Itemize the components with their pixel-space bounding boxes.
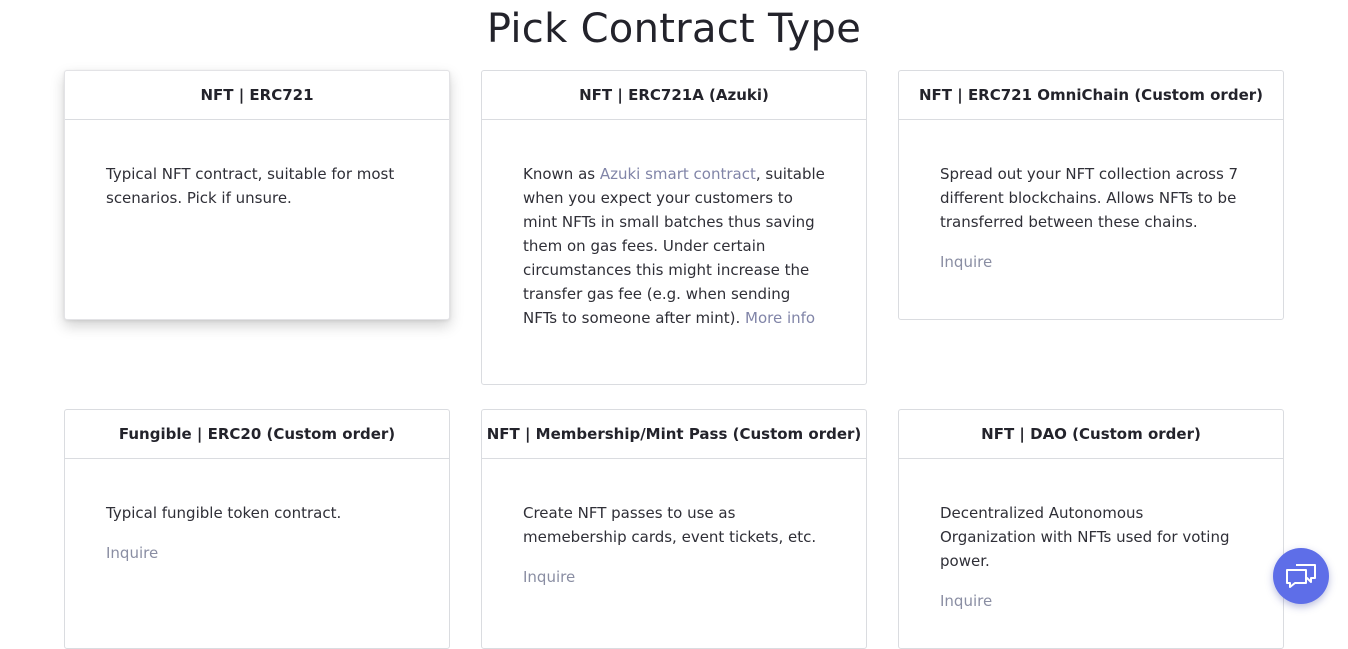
contract-card-dao[interactable]: NFT | DAO (Custom order) Decentralized A…	[898, 409, 1284, 649]
chat-widget-button[interactable]	[1273, 548, 1329, 604]
card-header: NFT | Membership/Mint Pass (Custom order…	[482, 410, 866, 459]
contract-card-erc721a[interactable]: NFT | ERC721A (Azuki) Known as Azuki sma…	[481, 70, 867, 385]
card-header: NFT | ERC721A (Azuki)	[482, 71, 866, 120]
azuki-link[interactable]: Azuki smart contract	[600, 165, 756, 183]
card-body: Create NFT passes to use as memebership …	[482, 459, 866, 589]
card-body: Typical fungible token contract. Inquire	[65, 459, 449, 565]
more-info-link[interactable]: More info	[745, 309, 815, 327]
card-body: Known as Azuki smart contract, suitable …	[482, 120, 866, 330]
inquire-link[interactable]: Inquire	[106, 541, 409, 565]
card-header: NFT | ERC721 OmniChain (Custom order)	[899, 71, 1283, 120]
card-description: Spread out your NFT collection across 7 …	[940, 165, 1239, 231]
card-description: Decentralized Autonomous Organization wi…	[940, 504, 1230, 570]
card-description: Typical fungible token contract.	[106, 504, 342, 522]
inquire-link[interactable]: Inquire	[523, 565, 826, 589]
card-header: Fungible | ERC20 (Custom order)	[65, 410, 449, 459]
description-text: Known as	[523, 165, 600, 183]
contract-card-omnichain[interactable]: NFT | ERC721 OmniChain (Custom order) Sp…	[898, 70, 1284, 320]
card-body: Decentralized Autonomous Organization wi…	[899, 459, 1283, 613]
chat-bubbles-icon	[1286, 564, 1316, 588]
description-text: , suitable when you expect your customer…	[523, 165, 825, 327]
card-body: Spread out your NFT collection across 7 …	[899, 120, 1283, 274]
contract-card-erc721[interactable]: NFT | ERC721 Typical NFT contract, suita…	[64, 70, 450, 320]
card-header: NFT | ERC721	[65, 71, 449, 120]
inquire-link[interactable]: Inquire	[940, 250, 1243, 274]
inquire-link[interactable]: Inquire	[940, 589, 1243, 613]
card-description: Known as Azuki smart contract, suitable …	[523, 162, 826, 330]
page-title: Pick Contract Type	[486, 6, 862, 52]
card-header: NFT | DAO (Custom order)	[899, 410, 1283, 459]
card-body: Typical NFT contract, suitable for most …	[65, 120, 449, 210]
contract-card-erc20[interactable]: Fungible | ERC20 (Custom order) Typical …	[64, 409, 450, 649]
card-description: Create NFT passes to use as memebership …	[523, 504, 817, 546]
contract-card-membership[interactable]: NFT | Membership/Mint Pass (Custom order…	[481, 409, 867, 649]
card-description: Typical NFT contract, suitable for most …	[106, 165, 395, 207]
